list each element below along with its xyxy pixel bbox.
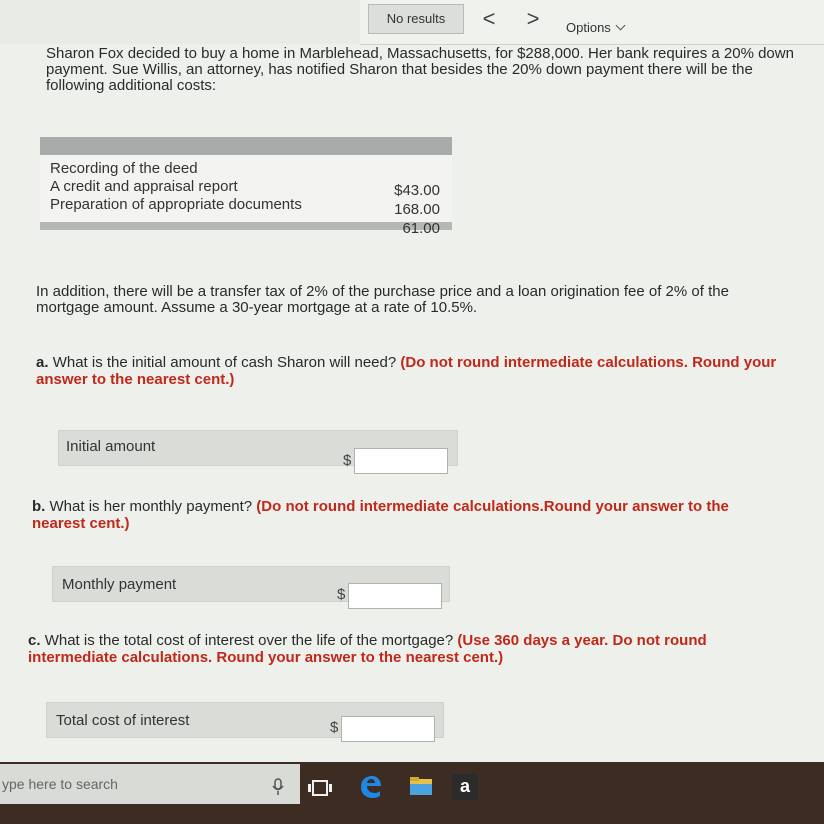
question-c: c. What is the total cost of interest ov…: [28, 632, 778, 666]
costs-table-header: [40, 137, 452, 155]
file-explorer-icon[interactable]: [408, 773, 434, 799]
currency-symbol: $: [337, 586, 346, 603]
find-next-button[interactable]: >: [522, 8, 544, 30]
amazon-app-icon[interactable]: a: [452, 774, 478, 800]
question-b: b. What is her monthly payment? (Do not …: [32, 498, 782, 532]
question-a: a. What is the initial amount of cash Sh…: [36, 354, 786, 388]
monthly-payment-input[interactable]: [348, 583, 442, 609]
initial-amount-input[interactable]: [354, 448, 448, 474]
taskbar-search-placeholder: ype here to search: [2, 776, 118, 792]
currency-symbol: $: [343, 452, 352, 469]
question-text: What is the initial amount of cash Sharo…: [52, 354, 397, 371]
question-letter: a.: [36, 354, 49, 371]
question-text: What is her monthly payment?: [49, 498, 253, 515]
field-label-monthly-payment: Monthly payment: [62, 576, 177, 593]
question-letter: c.: [28, 632, 41, 649]
edge-browser-icon[interactable]: [357, 773, 383, 799]
problem-additional: In addition, there will be a transfer ta…: [36, 283, 729, 316]
options-label: Options: [566, 20, 611, 35]
find-options-button[interactable]: Options: [566, 20, 626, 35]
question-text: What is the total cost of interest over …: [44, 632, 454, 649]
cost-label-documents: Preparation of appropriate documents: [50, 196, 302, 213]
field-label-initial-amount: Initial amount: [66, 438, 156, 455]
field-label-total-interest: Total cost of interest: [56, 712, 190, 729]
find-previous-button[interactable]: <: [478, 8, 500, 30]
task-view-icon[interactable]: [307, 778, 333, 798]
cost-label-deed: Recording of the deed: [50, 160, 198, 177]
cost-label-credit-report: A credit and appraisal report: [50, 178, 238, 195]
total-interest-input[interactable]: [341, 716, 435, 742]
find-status: No results: [368, 4, 464, 34]
question-letter: b.: [32, 498, 46, 515]
microphone-icon[interactable]: [272, 778, 284, 796]
problem-intro: Sharon Fox decided to buy a home in Marb…: [46, 45, 794, 94]
chevron-down-icon: [615, 20, 626, 31]
amazon-letter: a: [459, 776, 470, 796]
cost-value-credit-report: 168.00: [394, 201, 440, 218]
cost-value-deed: $43.00: [394, 182, 440, 199]
currency-symbol: $: [330, 719, 339, 736]
cost-value-documents: 61.00: [402, 220, 440, 237]
